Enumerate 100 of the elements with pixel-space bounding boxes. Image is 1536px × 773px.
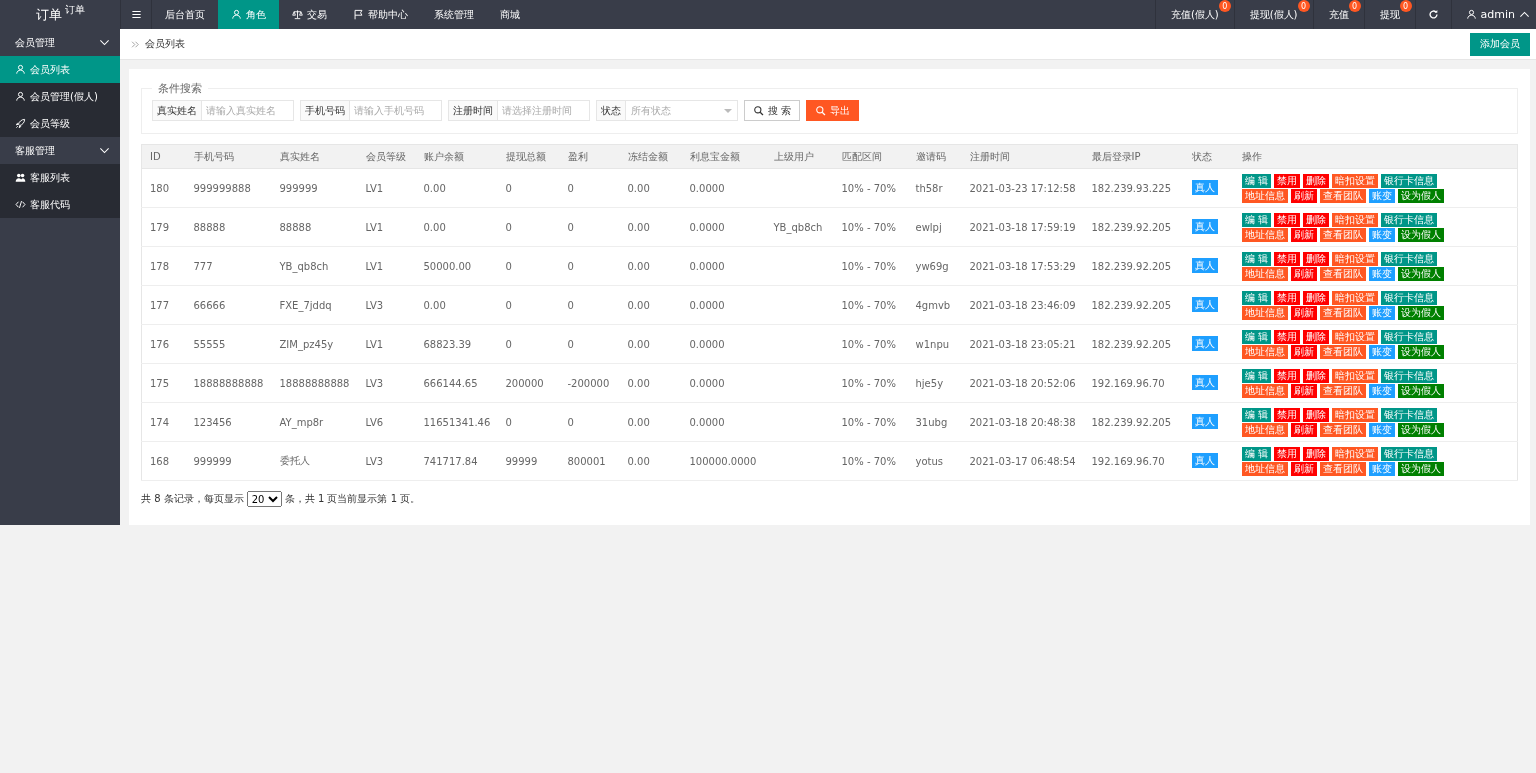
action-button[interactable]: 删除: [1302, 212, 1329, 227]
action-button[interactable]: 禁用: [1273, 368, 1300, 383]
action-button[interactable]: 银行卡信息: [1380, 251, 1437, 266]
search-button[interactable]: 搜 索: [744, 100, 801, 121]
action-button[interactable]: 暗扣设置: [1331, 446, 1378, 461]
action-button[interactable]: 删除: [1302, 173, 1329, 188]
action-button[interactable]: 删除: [1302, 446, 1329, 461]
action-button[interactable]: 设为假人: [1397, 383, 1444, 398]
action-button[interactable]: 银行卡信息: [1380, 329, 1437, 344]
nav-tab[interactable]: 后台首页: [152, 0, 218, 29]
action-button[interactable]: 账变: [1368, 344, 1395, 359]
action-button[interactable]: 禁用: [1273, 251, 1300, 266]
action-button[interactable]: 刷新: [1290, 266, 1317, 281]
action-button[interactable]: 暗扣设置: [1331, 368, 1378, 383]
action-button[interactable]: 刷新: [1290, 383, 1317, 398]
action-button[interactable]: 账变: [1368, 383, 1395, 398]
action-button[interactable]: 暗扣设置: [1331, 329, 1378, 344]
sidebar-item[interactable]: 客服代码: [0, 191, 120, 218]
action-button[interactable]: 账变: [1368, 461, 1395, 476]
action-button[interactable]: 账变: [1368, 188, 1395, 203]
action-button[interactable]: 地址信息: [1241, 344, 1288, 359]
action-button[interactable]: 银行卡信息: [1380, 212, 1437, 227]
action-button[interactable]: 设为假人: [1397, 422, 1444, 437]
refresh-icon[interactable]: [1427, 9, 1439, 20]
nav-link[interactable]: 提现: [1379, 7, 1400, 22]
user-menu[interactable]: admin: [1480, 8, 1515, 21]
action-button[interactable]: 地址信息: [1241, 383, 1288, 398]
action-button[interactable]: 刷新: [1290, 188, 1317, 203]
action-button[interactable]: 禁用: [1273, 329, 1300, 344]
action-button[interactable]: 查看团队: [1319, 344, 1366, 359]
action-button[interactable]: 刷新: [1290, 461, 1317, 476]
nav-link[interactable]: 提现(假人): [1249, 7, 1298, 22]
action-button[interactable]: 设为假人: [1397, 305, 1444, 320]
action-button[interactable]: 查看团队: [1319, 422, 1366, 437]
action-button[interactable]: 查看团队: [1319, 188, 1366, 203]
sidebar-item[interactable]: 客服列表: [0, 164, 120, 191]
action-button[interactable]: 设为假人: [1397, 461, 1444, 476]
action-button[interactable]: 银行卡信息: [1380, 290, 1437, 305]
action-button[interactable]: 暗扣设置: [1331, 173, 1378, 188]
action-button[interactable]: 地址信息: [1241, 188, 1288, 203]
add-member-button[interactable]: 添加会员: [1470, 32, 1530, 56]
action-button[interactable]: 编 辑: [1241, 251, 1271, 266]
action-button[interactable]: 银行卡信息: [1380, 407, 1437, 422]
nav-tab[interactable]: 商城: [487, 0, 533, 29]
action-button[interactable]: 暗扣设置: [1331, 407, 1378, 422]
action-button[interactable]: 地址信息: [1241, 422, 1288, 437]
action-button[interactable]: 刷新: [1290, 344, 1317, 359]
export-button[interactable]: 导出: [806, 100, 860, 121]
action-button[interactable]: 账变: [1368, 305, 1395, 320]
action-button[interactable]: 查看团队: [1319, 305, 1366, 320]
nav-link[interactable]: 充值(假人): [1170, 7, 1219, 22]
action-button[interactable]: 编 辑: [1241, 329, 1271, 344]
sidebar-item[interactable]: 会员列表: [0, 56, 120, 83]
action-button[interactable]: 查看团队: [1319, 383, 1366, 398]
sidebar-item[interactable]: 会员管理(假人): [0, 83, 120, 110]
action-button[interactable]: 暗扣设置: [1331, 290, 1378, 305]
action-button[interactable]: 账变: [1368, 266, 1395, 281]
action-button[interactable]: 设为假人: [1397, 227, 1444, 242]
input-field[interactable]: 请输入真实姓名: [202, 100, 294, 121]
action-button[interactable]: 银行卡信息: [1380, 446, 1437, 461]
action-button[interactable]: 暗扣设置: [1331, 251, 1378, 266]
action-button[interactable]: 地址信息: [1241, 266, 1288, 281]
action-button[interactable]: 编 辑: [1241, 407, 1271, 422]
action-button[interactable]: 查看团队: [1319, 266, 1366, 281]
action-button[interactable]: 编 辑: [1241, 173, 1271, 188]
action-button[interactable]: 暗扣设置: [1331, 212, 1378, 227]
action-button[interactable]: 账变: [1368, 227, 1395, 242]
action-button[interactable]: 银行卡信息: [1380, 368, 1437, 383]
action-button[interactable]: 设为假人: [1397, 188, 1444, 203]
action-button[interactable]: 禁用: [1273, 446, 1300, 461]
nav-tab[interactable]: 帮助中心: [340, 0, 421, 29]
action-button[interactable]: 查看团队: [1319, 461, 1366, 476]
action-button[interactable]: 地址信息: [1241, 227, 1288, 242]
page-size-select[interactable]: 20: [246, 491, 282, 507]
input-field[interactable]: 请选择注册时间: [498, 100, 590, 121]
nav-tab[interactable]: 角色: [218, 0, 279, 29]
status-dropdown[interactable]: 所有状态: [626, 100, 738, 121]
action-button[interactable]: 地址信息: [1241, 305, 1288, 320]
action-button[interactable]: 刷新: [1290, 305, 1317, 320]
sidebar-item[interactable]: 会员等级: [0, 110, 120, 137]
menu-icon[interactable]: [130, 9, 142, 20]
action-button[interactable]: 禁用: [1273, 212, 1300, 227]
input-field[interactable]: 请输入手机号码: [350, 100, 442, 121]
action-button[interactable]: 编 辑: [1241, 212, 1271, 227]
action-button[interactable]: 刷新: [1290, 227, 1317, 242]
action-button[interactable]: 刷新: [1290, 422, 1317, 437]
action-button[interactable]: 设为假人: [1397, 344, 1444, 359]
action-button[interactable]: 查看团队: [1319, 227, 1366, 242]
action-button[interactable]: 删除: [1302, 407, 1329, 422]
action-button[interactable]: 地址信息: [1241, 461, 1288, 476]
nav-tab[interactable]: 交易: [279, 0, 340, 29]
action-button[interactable]: 编 辑: [1241, 290, 1271, 305]
action-button[interactable]: 删除: [1302, 329, 1329, 344]
action-button[interactable]: 禁用: [1273, 173, 1300, 188]
nav-tab[interactable]: 系统管理: [421, 0, 487, 29]
action-button[interactable]: 银行卡信息: [1380, 173, 1437, 188]
action-button[interactable]: 禁用: [1273, 407, 1300, 422]
action-button[interactable]: 删除: [1302, 251, 1329, 266]
nav-link[interactable]: 充值: [1328, 7, 1349, 22]
action-button[interactable]: 禁用: [1273, 290, 1300, 305]
